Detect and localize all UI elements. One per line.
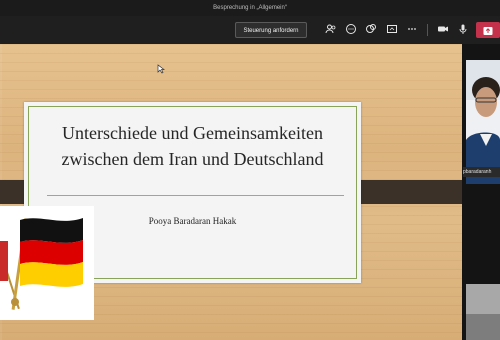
mouse-cursor-icon <box>157 64 166 76</box>
mic-icon[interactable] <box>457 23 469 35</box>
participants-panel: pbaradaranh <box>462 44 500 340</box>
more-icon[interactable] <box>406 23 418 35</box>
meeting-toolbar: Steuerung anfordern <box>0 16 500 44</box>
shared-screen: Unterschiede und Gemeinsamkeiten zwische… <box>0 44 462 340</box>
slide-band-right <box>350 180 462 204</box>
camera-icon[interactable] <box>437 23 449 35</box>
reactions-icon[interactable] <box>365 23 377 35</box>
request-control-button[interactable]: Steuerung anfordern <box>235 22 307 38</box>
slide-title-line-2: zwischen dem Iran und Deutschland <box>61 149 324 169</box>
flag-image <box>0 206 94 320</box>
slide-title: Unterschiede und Gemeinsamkeiten zwische… <box>32 120 353 172</box>
toolbar-divider <box>427 24 428 36</box>
participant-name: pbaradaranh <box>463 167 500 177</box>
participant-video-tile-2[interactable] <box>466 284 500 340</box>
share-tray-button[interactable] <box>476 22 500 38</box>
slide-title-line-1: Unterschiede und Gemeinsamkeiten <box>62 123 323 143</box>
people-icon[interactable] <box>325 23 337 35</box>
slide-divider <box>47 195 344 196</box>
participant-video-tile[interactable] <box>466 60 500 184</box>
share-icon[interactable] <box>386 23 398 35</box>
share-tray-icon <box>483 26 493 35</box>
chat-icon[interactable] <box>345 23 357 35</box>
window-title: Besprechung in „Allgemein“ <box>0 0 500 16</box>
